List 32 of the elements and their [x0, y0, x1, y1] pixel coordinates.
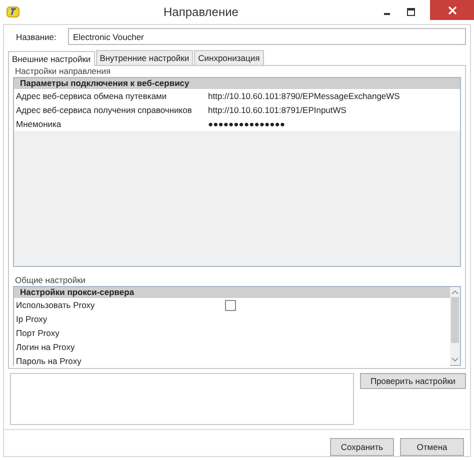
checkbox[interactable]: [225, 300, 236, 310]
property-label: Пароль на Proxy: [16, 356, 82, 366]
property-label: Адрес веб-сервиса получения справочников: [16, 105, 193, 115]
tab[interactable]: Внутренние настройки: [96, 50, 194, 65]
category-header: Настройки прокси-сервера: [14, 287, 450, 298]
property-label: Использовать Proxy: [16, 300, 96, 310]
dialog-button[interactable]: Сохранить: [330, 438, 394, 456]
scrollbar[interactable]: [450, 287, 460, 365]
name-field[interactable]: Electronic Voucher: [68, 28, 466, 45]
property-value[interactable]: http://10.10.60.101:8791/EPInputWS: [208, 105, 346, 115]
property-label: Ip Proxy: [16, 314, 48, 324]
name-label: Название:: [16, 32, 58, 42]
scroll-down-icon[interactable]: [451, 357, 459, 363]
app-icon: [6, 6, 20, 18]
property-label: Мнемоника: [16, 119, 62, 129]
property-label: Логин на Proxy: [16, 342, 76, 352]
tab[interactable]: Синхронизация: [194, 50, 264, 65]
property-value[interactable]: ●●●●●●●●●●●●●●●: [208, 119, 286, 129]
property-label: Адрес веб-сервиса обмена путевками: [16, 91, 168, 101]
property-value[interactable]: http://10.10.60.101:8790/EPMessageExchangeWS: [208, 91, 400, 101]
scroll-up-icon[interactable]: [451, 289, 459, 295]
property-label: Порт Proxy: [16, 328, 60, 338]
window-title: Направление: [162, 5, 240, 19]
group-title: Настройки направления: [14, 66, 112, 77]
group-title: Общие настройки: [14, 275, 87, 286]
maximize-icon[interactable]: [406, 7, 416, 17]
check-settings-button[interactable]: Проверить настройки: [360, 373, 466, 389]
category-header: Параметры подключения к веб-сервису: [14, 78, 460, 89]
tab[interactable]: Внешние настройки: [8, 51, 95, 66]
dialog-button[interactable]: Отмена: [400, 438, 464, 456]
close-button[interactable]: [430, 0, 474, 20]
close-icon: [448, 6, 456, 14]
